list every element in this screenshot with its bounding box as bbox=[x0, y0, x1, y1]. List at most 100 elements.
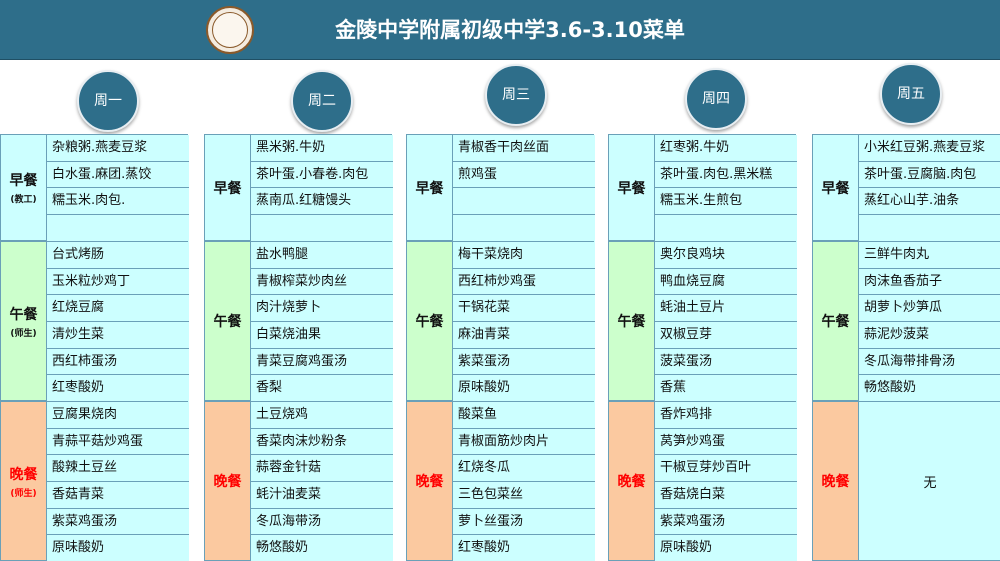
meal-label-text: 午餐 bbox=[213, 314, 242, 330]
menu-item bbox=[453, 215, 595, 242]
menu-item: 豆腐果烧肉 bbox=[47, 402, 189, 429]
menu-item: 青菜豆腐鸡蛋汤 bbox=[251, 348, 393, 376]
day-column: 早餐 青椒香干肉丝面 煎鸡蛋 午餐 梅干菜烧肉 西红柿炒鸡蛋 干锅花菜 麻油青菜 紫菜蛋汤 原味酸… bbox=[406, 134, 595, 561]
meal-breakfast: 早餐 小米红豆粥.燕麦豆浆 茶叶蛋.豆腐脑.肉包 蒸红心山芋.油条 bbox=[812, 134, 1000, 242]
menu-item: 肉汁烧萝卜 bbox=[251, 295, 393, 323]
meal-label-text: 晚餐 bbox=[9, 466, 38, 483]
day-circle-5: 周五 bbox=[880, 63, 942, 125]
menu-item: 蒜蓉金针菇 bbox=[251, 455, 393, 483]
menu-item: 青椒香干肉丝面 bbox=[453, 135, 595, 162]
meal-label: 早餐 bbox=[813, 135, 859, 240]
menu-item: 黑米粥.牛奶 bbox=[251, 135, 393, 162]
menu-item: 红枣粥.牛奶 bbox=[655, 135, 797, 162]
meal-dinner: 晚餐无 bbox=[812, 401, 1000, 561]
meal-items: 台式烤肠 玉米粒炒鸡丁 红烧豆腐 清炒生菜 西红柿蛋汤 红枣酸奶 bbox=[47, 242, 189, 403]
day-circle-2: 周二 bbox=[291, 70, 353, 132]
day-column: 早餐 黑米粥.牛奶 茶叶蛋.小春卷.肉包 蒸南瓜.红糖馒头 午餐 盐水鸭腿 青椒榨菜炒肉丝肉… bbox=[204, 134, 393, 561]
menu-item: 蒸红心山芋.油条 bbox=[859, 188, 1000, 216]
menu-item: 糯玉米.肉包. bbox=[47, 188, 189, 216]
menu-item: 肉沫鱼香茄子 bbox=[859, 268, 1000, 296]
meal-label-text: 晚餐 bbox=[213, 474, 242, 490]
day-column: 早餐 (教工) 杂粮粥.燕麦豆浆 白水蛋.麻团.蒸饺 糯玉米.肉包. 午餐 (师生) 台式烤肠… bbox=[0, 134, 189, 561]
meal-label-text: 晚餐 bbox=[617, 474, 646, 490]
day-circle-4: 周四 bbox=[685, 68, 747, 130]
page-title: 金陵中学附属初级中学3.6-3.10菜单 bbox=[335, 18, 685, 42]
meal-label: 午餐 bbox=[813, 242, 859, 400]
menu-item: 紫菜鸡蛋汤 bbox=[47, 508, 189, 536]
meal-label-text: 早餐 bbox=[821, 180, 850, 197]
menu-item: 酸辣土豆丝 bbox=[47, 455, 189, 483]
meal-dinner: 晚餐 (师生) 豆腐果烧肉 青蒜平菇炒鸡蛋 酸辣土豆丝 香菇青菜 紫菜鸡蛋汤 原味酸奶 bbox=[0, 401, 189, 561]
meal-dinner: 晚餐 土豆烧鸡 香菜肉沫炒粉条 蒜蓉金针菇 蚝汁油麦菜 冬瓜海带汤 畅悠酸奶 bbox=[204, 401, 393, 561]
meal-label-sub: (教工) bbox=[10, 195, 37, 205]
meal-items: 盐水鸭腿 青椒榨菜炒肉丝 肉汁烧萝卜 白菜烧油果 青菜豆腐鸡蛋汤 香梨 bbox=[251, 242, 393, 403]
menu-item: 莴笋炒鸡蛋 bbox=[655, 428, 797, 456]
meal-label: 晚餐 bbox=[407, 402, 453, 560]
meal-label: 午餐 bbox=[407, 242, 453, 400]
menu-item bbox=[453, 188, 595, 216]
meal-lunch: 午餐 三鲜牛肉丸 肉沫鱼香茄子 胡萝卜炒笋瓜 蒜泥炒菠菜 冬瓜海带排骨汤 畅悠酸奶 bbox=[812, 241, 1000, 403]
menu-item bbox=[655, 215, 797, 242]
meal-items: 香炸鸡排 莴笋炒鸡蛋 干椒豆芽炒百叶 香菇烧白菜 紫菜鸡蛋汤 原味酸奶 bbox=[655, 402, 797, 561]
meal-label-text: 早餐 bbox=[617, 180, 646, 197]
meal-label: 午餐 bbox=[205, 242, 251, 400]
meal-lunch: 午餐 奥尔良鸡块 鸭血烧豆腐 蚝油土豆片 双椒豆芽 菠菜蛋汤 香蕉 bbox=[608, 241, 797, 403]
meal-items: 土豆烧鸡 香菜肉沫炒粉条 蒜蓉金针菇 蚝汁油麦菜 冬瓜海带汤 畅悠酸奶 bbox=[251, 402, 393, 561]
meal-label: 晚餐 (师生) bbox=[1, 402, 47, 560]
menu-item: 紫菜鸡蛋汤 bbox=[655, 508, 797, 536]
meal-label-text: 晚餐 bbox=[415, 474, 444, 490]
meal-label: 午餐 (师生) bbox=[1, 242, 47, 400]
meal-label-text: 早餐 bbox=[213, 180, 242, 197]
menu-item: 畅悠酸奶 bbox=[859, 375, 1000, 403]
menu-item: 奥尔良鸡块 bbox=[655, 242, 797, 269]
menu-item: 香菇烧白菜 bbox=[655, 482, 797, 509]
menu-item: 萝卜丝蛋汤 bbox=[453, 508, 595, 536]
header-bar: 金陵中学附属初级中学3.6-3.10菜单 bbox=[0, 0, 1000, 60]
menu-item: 蚝汁油麦菜 bbox=[251, 482, 393, 509]
menu-item: 紫菜蛋汤 bbox=[453, 348, 595, 376]
day-circle-3: 周三 bbox=[485, 64, 547, 126]
menu-item: 白菜烧油果 bbox=[251, 322, 393, 349]
menu-item: 酸菜鱼 bbox=[453, 402, 595, 429]
menu-item: 麻油青菜 bbox=[453, 322, 595, 349]
menu-item: 畅悠酸奶 bbox=[251, 535, 393, 561]
meal-label-text: 午餐 bbox=[415, 314, 444, 330]
menu-item: 清炒生菜 bbox=[47, 322, 189, 349]
meal-breakfast: 早餐 青椒香干肉丝面 煎鸡蛋 bbox=[406, 134, 595, 242]
meal-label: 午餐 bbox=[609, 242, 655, 400]
school-logo-icon bbox=[206, 6, 254, 54]
menu-item: 青椒榨菜炒肉丝 bbox=[251, 268, 393, 296]
meal-lunch: 午餐 (师生) 台式烤肠 玉米粒炒鸡丁 红烧豆腐 清炒生菜 西红柿蛋汤 红枣酸奶 bbox=[0, 241, 189, 403]
meal-label-text: 午餐 bbox=[9, 306, 38, 323]
meal-label-text: 晚餐 bbox=[821, 474, 850, 490]
menu-item: 原味酸奶 bbox=[655, 535, 797, 561]
meal-breakfast: 早餐 (教工) 杂粮粥.燕麦豆浆 白水蛋.麻团.蒸饺 糯玉米.肉包. bbox=[0, 134, 189, 242]
menu-item: 茶叶蛋.小春卷.肉包 bbox=[251, 161, 393, 189]
meal-items: 酸菜鱼 青椒面筋炒肉片 红烧冬瓜 三色包菜丝 萝卜丝蛋汤 红枣酸奶 bbox=[453, 402, 595, 561]
meal-items: 三鲜牛肉丸 肉沫鱼香茄子 胡萝卜炒笋瓜 蒜泥炒菠菜 冬瓜海带排骨汤 畅悠酸奶 bbox=[859, 242, 1000, 403]
meal-label: 晚餐 bbox=[205, 402, 251, 560]
menu-item: 双椒豆芽 bbox=[655, 322, 797, 349]
menu-item: 干椒豆芽炒百叶 bbox=[655, 455, 797, 483]
meal-dinner: 晚餐 香炸鸡排 莴笋炒鸡蛋 干椒豆芽炒百叶 香菇烧白菜 紫菜鸡蛋汤 原味酸奶 bbox=[608, 401, 797, 561]
menu-item: 青蒜平菇炒鸡蛋 bbox=[47, 428, 189, 456]
meal-label-sub: (师生) bbox=[10, 328, 37, 339]
menu-item: 红枣酸奶 bbox=[453, 535, 595, 561]
menu-item: 原味酸奶 bbox=[453, 375, 595, 403]
meal-label-text: 早餐 bbox=[415, 180, 444, 197]
meal-lunch: 午餐 梅干菜烧肉 西红柿炒鸡蛋 干锅花菜 麻油青菜 紫菜蛋汤 原味酸奶 bbox=[406, 241, 595, 403]
menu-item: 西红柿蛋汤 bbox=[47, 348, 189, 376]
menu-item: 糯玉米.生煎包 bbox=[655, 188, 797, 216]
menu-item: 香菜肉沫炒粉条 bbox=[251, 428, 393, 456]
menu-item: 茶叶蛋.豆腐脑.肉包 bbox=[859, 161, 1000, 189]
meal-label: 早餐 bbox=[407, 135, 453, 240]
meal-label: 早餐 bbox=[609, 135, 655, 240]
meal-label-text: 午餐 bbox=[617, 314, 646, 330]
menu-item: 香菇青菜 bbox=[47, 482, 189, 509]
meal-lunch: 午餐 盐水鸭腿 青椒榨菜炒肉丝 肉汁烧萝卜 白菜烧油果 青菜豆腐鸡蛋汤 香梨 bbox=[204, 241, 393, 403]
menu-item: 青椒面筋炒肉片 bbox=[453, 428, 595, 456]
day-column: 早餐 小米红豆粥.燕麦豆浆 茶叶蛋.豆腐脑.肉包 蒸红心山芋.油条 午餐 三鲜牛肉丸 肉沫鱼… bbox=[812, 134, 1000, 561]
menu-item bbox=[251, 215, 393, 242]
menu-item bbox=[47, 215, 189, 242]
menu-item: 红烧冬瓜 bbox=[453, 455, 595, 483]
